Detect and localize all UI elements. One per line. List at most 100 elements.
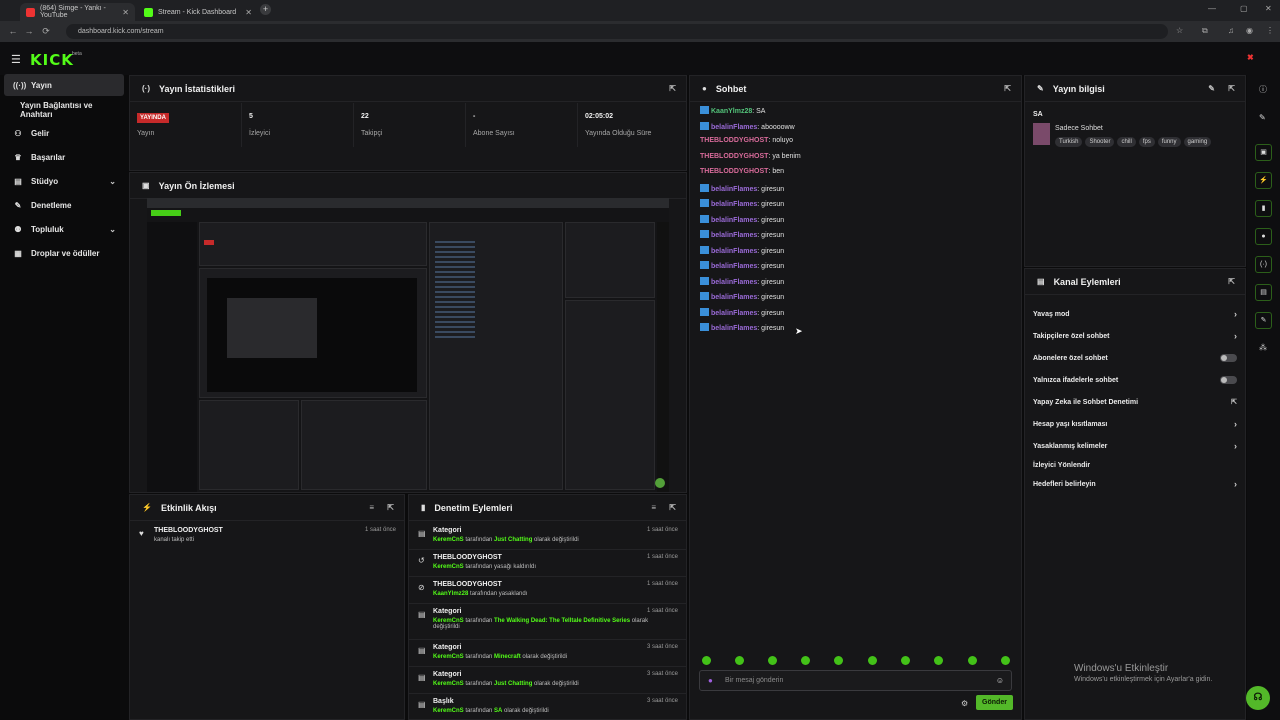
chat-text: : giresun: [757, 232, 785, 239]
chat-message: belalinFlames: giresun: [700, 261, 784, 270]
browser-tab-kick[interactable]: Stream - Kick Dashboard ✕: [138, 3, 258, 21]
minimize-icon[interactable]: —: [1208, 4, 1216, 13]
popout-icon[interactable]: ⇱: [1228, 277, 1235, 286]
edit-pencil-icon[interactable]: ✎: [1259, 113, 1266, 122]
stream-video-player[interactable]: [147, 198, 669, 492]
emote-icon[interactable]: [968, 656, 977, 665]
chevron-right-icon: ›: [1234, 479, 1237, 489]
popout-icon[interactable]: ⇱: [1004, 84, 1011, 93]
popout-icon[interactable]: ⇱: [669, 84, 676, 93]
chat-username[interactable]: belalinFlames: [711, 310, 757, 317]
close-tab-icon[interactable]: ✕: [122, 8, 129, 17]
menu-dots-icon[interactable]: ⋮: [1266, 26, 1274, 35]
chat-username[interactable]: belalinFlames: [711, 279, 757, 286]
chat-username[interactable]: belalinFlames: [711, 232, 757, 239]
popout-icon[interactable]: ⇱: [387, 503, 394, 512]
sidebar-item-label: Stüdyo: [31, 176, 59, 186]
sidebar-item-gelir[interactable]: ⚇ Gelir: [4, 122, 124, 144]
chat-username[interactable]: belalinFlames: [711, 248, 757, 255]
action-slow-mode[interactable]: Yavaş mod ›: [1033, 303, 1237, 325]
media-icon[interactable]: ♫: [1228, 26, 1234, 35]
emote-icon[interactable]: [801, 656, 810, 665]
emote-icon[interactable]: [834, 656, 843, 665]
sidebar-item-denetleme[interactable]: ✎ Denetleme: [4, 194, 124, 216]
popout-icon[interactable]: ⇱: [669, 503, 676, 512]
moderation-desc: KeremCnS tarafından Just Chatting olarak…: [433, 681, 579, 687]
emote-icon[interactable]: [934, 656, 943, 665]
emote-icon[interactable]: [768, 656, 777, 665]
chat-username[interactable]: belalinFlames: [711, 186, 757, 193]
panel-header: ▮ Denetim Eylemleri ≡ ⇱: [409, 495, 686, 521]
close-tab-icon[interactable]: ✕: [245, 8, 252, 17]
category-thumbnail: [1033, 123, 1050, 145]
edit-pencil-icon[interactable]: ✎: [1208, 84, 1215, 93]
rail-screen-icon[interactable]: ▣: [1255, 144, 1272, 161]
rail-shield-icon[interactable]: ▮: [1255, 200, 1272, 217]
send-button[interactable]: Gönder: [976, 695, 1013, 710]
rail-channel-icon[interactable]: ▤: [1255, 284, 1272, 301]
chevron-down-icon: ⌄: [109, 176, 116, 186]
chat-text: : giresun: [757, 247, 785, 255]
profile-icon[interactable]: ◉: [1246, 26, 1253, 35]
action-followers-only[interactable]: Takipçilere özel sohbet ›: [1033, 325, 1237, 347]
chat-username[interactable]: THEBLODDYGHOST: [700, 168, 768, 175]
rail-apps-icon[interactable]: ⁂: [1259, 343, 1267, 352]
rail-lightning-icon[interactable]: ⚡: [1255, 172, 1272, 189]
forward-icon[interactable]: →: [21, 26, 37, 36]
chat-username[interactable]: THEBLODDYGHOST: [700, 137, 768, 144]
kick-logo[interactable]: KICK: [30, 51, 74, 69]
extensions-icon[interactable]: ⧉: [1202, 26, 1208, 36]
sidebar-item-basarilar[interactable]: ♛ Başarılar: [4, 146, 124, 168]
settings-gear-icon[interactable]: ⚙: [961, 699, 968, 708]
action-set-goals[interactable]: Hedefleri belirleyin ›: [1033, 473, 1237, 495]
hamburger-menu-icon[interactable]: ☰: [11, 53, 21, 66]
sidebar-item-studyo[interactable]: ▤ Stüdyo ⌄: [4, 170, 124, 192]
moderation-desc: KaanYlmz28 tarafından yasaklandı: [433, 591, 528, 597]
filter-icon[interactable]: ≡: [369, 503, 374, 512]
close-window-icon[interactable]: ✕: [1265, 4, 1272, 13]
emote-icon[interactable]: [1001, 656, 1010, 665]
chat-username[interactable]: belalinFlames: [711, 263, 757, 270]
popout-icon[interactable]: ⇱: [1228, 84, 1235, 93]
sidebar-item-yayin[interactable]: ((·)) Yayın: [4, 74, 124, 96]
sidebar-item-stream-key[interactable]: Yayın Bağlantısı ve Anahtarı: [4, 99, 124, 121]
rail-broadcast-icon[interactable]: (·): [1255, 256, 1272, 273]
chat-username[interactable]: THEBLODDYGHOST: [700, 153, 768, 160]
filter-icon[interactable]: ≡: [651, 503, 656, 512]
chat-username[interactable]: belalinFlames: [711, 124, 757, 131]
emote-icon[interactable]: [702, 656, 711, 665]
emote-icon[interactable]: [735, 656, 744, 665]
maximize-icon[interactable]: ▢: [1240, 4, 1248, 13]
support-headset-icon[interactable]: ☊: [1246, 686, 1270, 710]
chat-message: belalinFlames: giresun: [700, 199, 784, 208]
action-account-age[interactable]: Hesap yaşı kısıtlaması ›: [1033, 413, 1237, 435]
chat-text: : giresun: [757, 263, 785, 270]
new-tab-icon[interactable]: +: [260, 4, 271, 15]
subscribers-only-toggle[interactable]: [1220, 354, 1237, 362]
browser-tab-youtube[interactable]: (864) Simge - Yankı - YouTube ✕: [20, 3, 135, 21]
panel-header: ● Sohbet ⇱: [690, 76, 1021, 102]
emoji-icon[interactable]: ☺: [996, 676, 1004, 685]
microphone-icon[interactable]: ●: [708, 676, 713, 685]
chat-username[interactable]: belalinFlames: [711, 325, 757, 332]
kick-notification-icon[interactable]: ✖: [1247, 53, 1254, 62]
emote-icon[interactable]: [868, 656, 877, 665]
chat-username[interactable]: KaanYlmz28: [711, 108, 752, 115]
sidebar-item-topluluk[interactable]: ⚉ Topluluk ⌄: [4, 218, 124, 240]
emote-only-toggle[interactable]: [1220, 376, 1237, 384]
chat-username[interactable]: belalinFlames: [711, 294, 757, 301]
info-icon[interactable]: ⓘ: [1259, 84, 1267, 95]
sidebar-item-droplar[interactable]: ▦ Droplar ve ödüller: [4, 242, 124, 264]
url-input[interactable]: dashboard.kick.com/stream: [66, 24, 1168, 39]
rail-wrench-icon[interactable]: ✎: [1255, 312, 1272, 329]
rail-chat-icon[interactable]: ●: [1255, 228, 1272, 245]
bookmark-star-icon[interactable]: ☆: [1176, 26, 1183, 35]
chat-username[interactable]: belalinFlames: [711, 201, 757, 208]
action-ai-moderation[interactable]: Yapay Zeka ile Sohbet Denetimi ⇱: [1033, 391, 1237, 413]
emote-icon[interactable]: [901, 656, 910, 665]
chat-username[interactable]: belalinFlames: [711, 217, 757, 224]
reload-icon[interactable]: ⟳: [38, 26, 54, 37]
chat-text: : ya benim: [768, 152, 801, 160]
chat-input[interactable]: ● Bir mesaj gönderin ☺: [699, 670, 1012, 691]
back-icon[interactable]: ←: [5, 26, 21, 36]
